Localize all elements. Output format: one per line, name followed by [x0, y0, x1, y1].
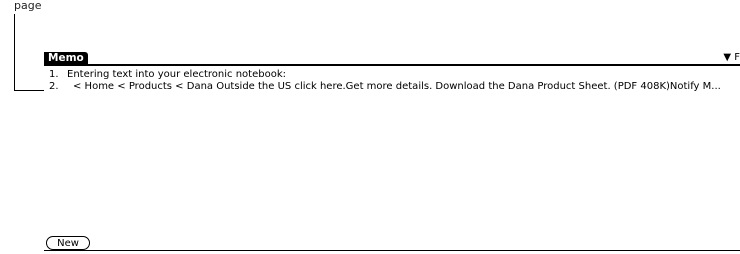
memo-window: Memo ▼ F 1. Entering text into your elect…: [44, 52, 740, 254]
title-divider: [44, 64, 740, 66]
memo-item-text: Entering text into your electronic noteb…: [67, 69, 286, 80]
new-button[interactable]: New: [46, 236, 90, 250]
memo-item-number: 2.: [49, 81, 59, 92]
bottom-divider: [44, 250, 740, 251]
memo-item-number: 1.: [49, 69, 59, 80]
category-picker[interactable]: ▼ F: [723, 52, 740, 64]
title-bar: Memo ▼ F: [44, 52, 740, 66]
memo-list: 1. Entering text into your electronic not…: [49, 69, 739, 93]
callout-leader-horizontal: [14, 90, 44, 91]
callout-label: page: [14, 0, 42, 12]
memo-item[interactable]: 2. < Home < Products < Dana Outside the U…: [49, 81, 739, 93]
memo-item[interactable]: 1. Entering text into your electronic not…: [49, 69, 739, 81]
memo-item-text: < Home < Products < Dana Outside the US …: [73, 81, 721, 92]
callout-leader-vertical: [14, 14, 15, 90]
